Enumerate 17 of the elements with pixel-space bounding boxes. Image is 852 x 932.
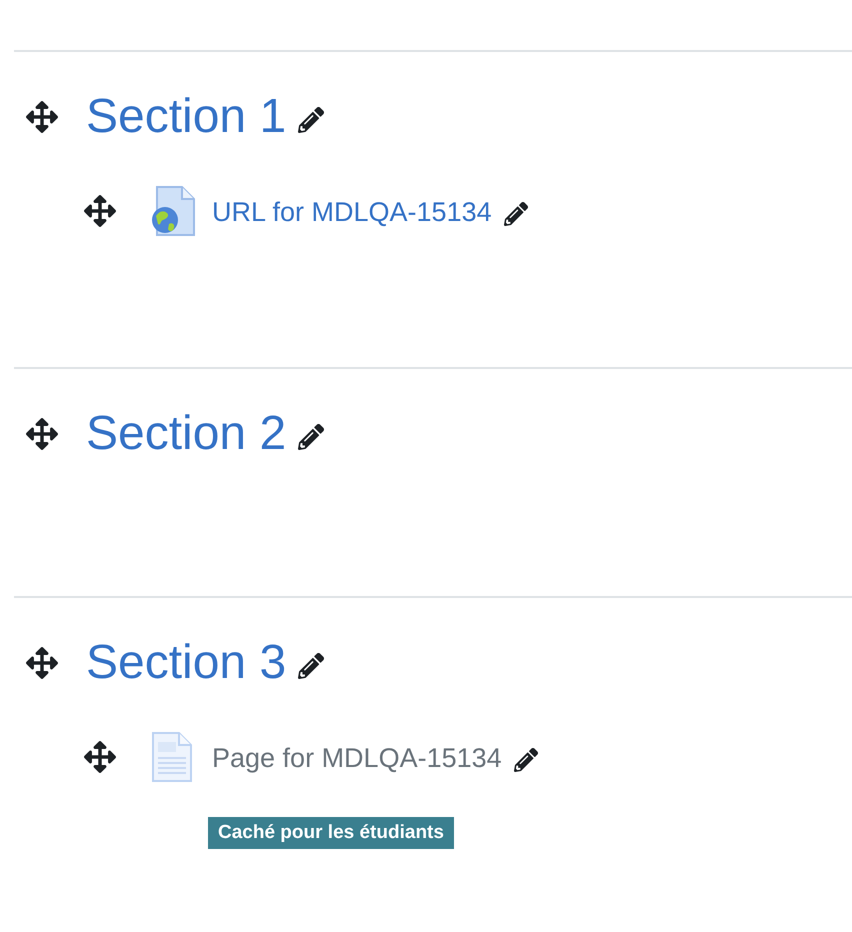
pencil-icon[interactable] bbox=[298, 424, 324, 450]
activity-link[interactable]: Page for MDLQA-15134 bbox=[212, 742, 502, 774]
activity-link[interactable]: URL for MDLQA-15134 bbox=[212, 196, 492, 228]
move-icon[interactable] bbox=[84, 741, 116, 773]
pencil-icon[interactable] bbox=[298, 107, 324, 133]
move-icon[interactable] bbox=[26, 418, 58, 450]
pencil-icon[interactable] bbox=[298, 653, 324, 679]
section-title[interactable]: Section 3 bbox=[86, 634, 286, 692]
pencil-icon[interactable] bbox=[514, 748, 538, 772]
globe-document-icon bbox=[150, 186, 196, 236]
move-icon[interactable] bbox=[26, 101, 58, 133]
move-icon[interactable] bbox=[84, 195, 116, 227]
pencil-icon[interactable] bbox=[504, 202, 528, 226]
hidden-badge: Caché pour les étudiants bbox=[208, 817, 454, 849]
section-title[interactable]: Section 1 bbox=[86, 88, 286, 146]
move-icon[interactable] bbox=[26, 647, 58, 679]
section-title[interactable]: Section 2 bbox=[86, 405, 286, 463]
